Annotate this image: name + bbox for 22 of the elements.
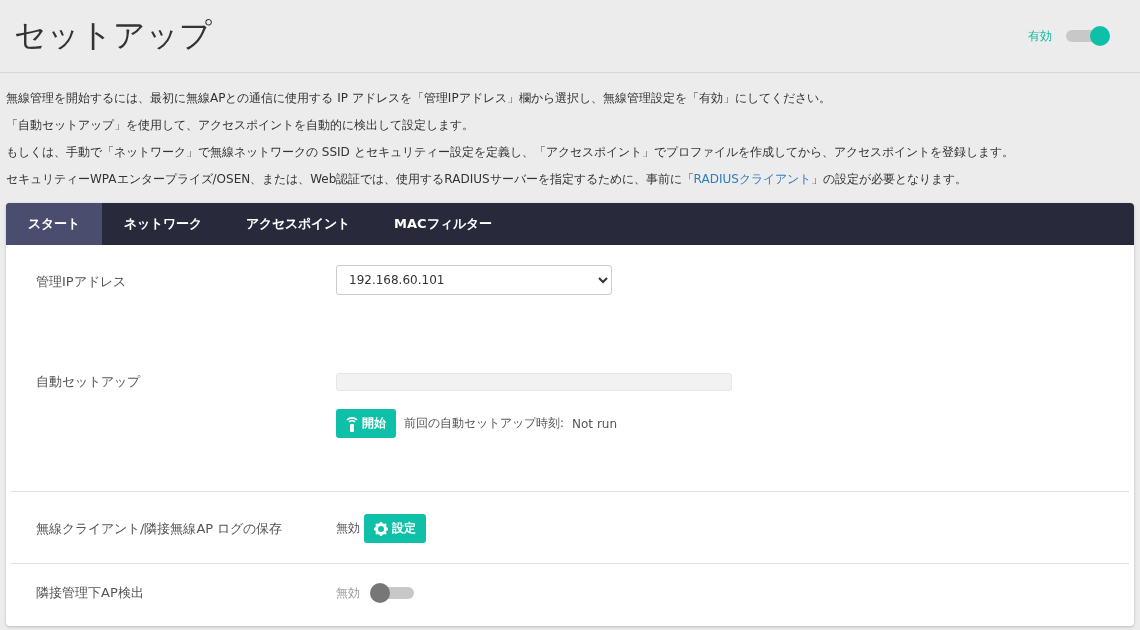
field-label: 管理IPアドレス [36,273,127,291]
status-text: 無効 [336,520,360,537]
field-label: 隣接管理下AP検出 [36,584,145,602]
remote-icon [346,415,358,432]
description-text: もしくは、手動で「ネットワーク」で無線ネットワークの SSID とセキュリティー設定を定義し、「アクセスポイント」でプロファイルを作成してから、アクセスポイントを登録します。 [6,144,1015,161]
settings-icon [374,521,388,536]
page-title: セットアップ [14,15,212,56]
last-run-value: Not run [572,416,618,431]
toggle-label: 有効 [1028,27,1052,45]
description-text: セキュリティーWPAエンタープライズ/OSEN、または、Web認証では、使用するRADIUSサーバーを指定するために、事前に「RADIUSクライアント」の設定が必要となります。 [6,171,968,188]
tab[interactable]: アクセスポイント [224,203,372,245]
tab[interactable]: スタート [6,203,102,245]
field-label: 自動セットアップ [36,373,142,391]
ip-address-dropdown[interactable]: 192.168.60.101 [336,265,612,295]
tab[interactable]: ネットワーク [102,203,224,245]
description-text: 「自動セットアップ」を使用して、アクセスポイントを自動的に検出して設定します。 [6,117,475,134]
toggle-label: 無効 [336,584,360,602]
tab[interactable]: MACフィルター [372,203,514,245]
description-text: 無線管理を開始するには、最初に無線APとの通信に使用する IP アドレスを「管理IPアドレス」欄から選択し、無線管理設定を「有効」にしてください。 [6,90,832,107]
field-label: 無線クライアント/隣接無線AP ログの保存 [36,519,284,538]
radius-client-link[interactable]: RADIUSクライアント [693,172,811,186]
last-run-label: 前回の自動セットアップ時刻: [404,415,565,432]
